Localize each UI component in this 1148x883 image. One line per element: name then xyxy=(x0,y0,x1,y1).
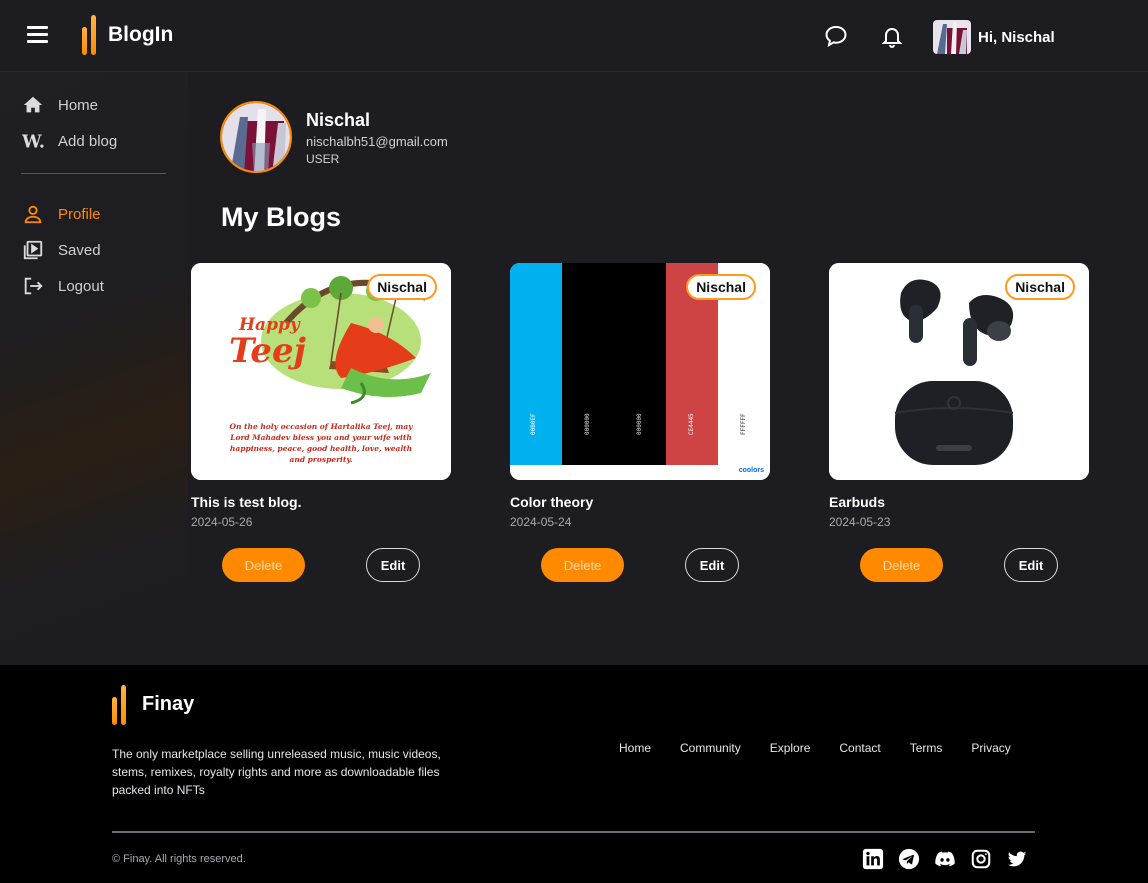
top-header: BlogIn Hi, Nischal xyxy=(0,0,1148,72)
card-art-line2: Teej xyxy=(229,331,306,371)
sidebar-item-saved[interactable]: Saved xyxy=(22,239,101,261)
blog-card[interactable]: Happy Teej On the holy occasion of Harta… xyxy=(191,263,451,582)
blog-date: 2024-05-23 xyxy=(829,515,891,529)
sidebar-item-add-blog[interactable]: W. Add blog xyxy=(22,130,117,152)
card-art-message: On the holy occasion of Hartalika Teej, … xyxy=(229,422,413,464)
blog-title[interactable]: Color theory xyxy=(510,494,770,510)
delete-button[interactable]: Delete xyxy=(541,548,624,582)
logout-icon xyxy=(24,277,43,295)
blog-card[interactable]: 00B0EF 000000 000000 CE4445 FFFFFF coolo… xyxy=(510,263,770,582)
edit-button[interactable]: Edit xyxy=(685,548,739,582)
brand-name: BlogIn xyxy=(108,23,174,46)
avatar xyxy=(933,20,971,54)
footer-link-contact[interactable]: Contact xyxy=(839,741,880,755)
blog-thumbnail[interactable]: 00B0EF 000000 000000 CE4445 FFFFFF coolo… xyxy=(510,263,770,480)
delete-button[interactable]: Delete xyxy=(222,548,305,582)
saved-icon xyxy=(23,240,43,260)
sidebar-item-label: Add blog xyxy=(58,132,118,150)
profile-avatar xyxy=(220,101,292,173)
footer-link-terms[interactable]: Terms xyxy=(910,741,943,755)
footer-link-home[interactable]: Home xyxy=(619,741,651,755)
blog-date: 2024-05-26 xyxy=(191,515,253,529)
discord-icon[interactable] xyxy=(934,848,956,870)
footer-link-explore[interactable]: Explore xyxy=(770,741,811,755)
footer: Finay The only marketplace selling unrel… xyxy=(0,665,1148,883)
footer-links: Home Community Explore Contact Terms Pri… xyxy=(619,741,1011,755)
sidebar-item-logout[interactable]: Logout xyxy=(22,275,104,297)
author-badge: Nischal xyxy=(367,274,437,300)
blog-thumbnail[interactable]: Nischal xyxy=(829,263,1089,480)
home-icon xyxy=(23,96,43,113)
sidebar-item-label: Profile xyxy=(58,205,101,223)
profile-email: nischalbh51@gmail.com xyxy=(306,134,448,149)
profile-name: Nischal xyxy=(306,110,371,130)
author-badge: Nischal xyxy=(686,274,756,300)
brand-logo[interactable]: BlogIn xyxy=(82,15,173,55)
user-greeting: Hi, Nischal xyxy=(978,28,1055,46)
delete-button[interactable]: Delete xyxy=(860,548,943,582)
blog-title[interactable]: Earbuds xyxy=(829,494,1089,510)
blog-card[interactable]: Nischal Earbuds 2024-05-23 Delete Edit xyxy=(829,263,1089,582)
page-title: My Blogs xyxy=(221,202,342,232)
copyright: © Finay. All rights reserved. xyxy=(112,853,246,865)
footer-description: The only marketplace selling unreleased … xyxy=(112,747,441,797)
palette-code: 000000 xyxy=(636,413,643,435)
logo-mark-icon xyxy=(82,15,100,55)
footer-link-privacy[interactable]: Privacy xyxy=(971,741,1010,755)
palette-code: 00B0EF xyxy=(530,413,537,435)
twitter-icon[interactable] xyxy=(1006,848,1028,870)
instagram-icon[interactable] xyxy=(970,848,992,870)
sidebar-item-label: Home xyxy=(58,96,99,114)
person-icon xyxy=(24,205,42,224)
menu-icon[interactable] xyxy=(27,26,48,44)
user-menu[interactable]: Hi, Nischal xyxy=(933,20,1055,54)
coolors-logo: coolors xyxy=(738,467,764,474)
palette-code: 000000 xyxy=(584,413,591,435)
w-logo-icon: W. xyxy=(22,132,44,152)
social-links xyxy=(862,848,1028,870)
footer-logo[interactable]: Finay xyxy=(112,685,195,725)
logo-mark-icon xyxy=(112,685,130,725)
footer-link-community[interactable]: Community xyxy=(680,741,741,755)
sidebar-item-home[interactable]: Home xyxy=(22,94,98,116)
linkedin-icon[interactable] xyxy=(862,848,884,870)
sidebar: Home W. Add blog Profile Saved Logout xyxy=(0,72,188,665)
sidebar-divider xyxy=(21,173,166,174)
sidebar-item-label: Saved xyxy=(58,241,101,259)
blog-thumbnail[interactable]: Happy Teej On the holy occasion of Harta… xyxy=(191,263,451,480)
sidebar-item-profile[interactable]: Profile xyxy=(22,203,101,225)
svg-text:W.: W. xyxy=(22,132,44,152)
footer-divider xyxy=(112,831,1035,833)
blog-title[interactable]: This is test blog. xyxy=(191,494,451,510)
chat-icon[interactable] xyxy=(824,24,848,48)
palette-code: CE4445 xyxy=(688,413,695,435)
edit-button[interactable]: Edit xyxy=(1004,548,1058,582)
telegram-icon[interactable] xyxy=(898,848,920,870)
bell-icon[interactable] xyxy=(880,24,904,48)
palette-code: FFFFFF xyxy=(740,413,747,435)
blog-date: 2024-05-24 xyxy=(510,515,572,529)
profile-role: USER xyxy=(306,152,340,166)
edit-button[interactable]: Edit xyxy=(366,548,420,582)
footer-brand-name: Finay xyxy=(142,692,195,715)
sidebar-item-label: Logout xyxy=(58,277,104,295)
author-badge: Nischal xyxy=(1005,274,1075,300)
